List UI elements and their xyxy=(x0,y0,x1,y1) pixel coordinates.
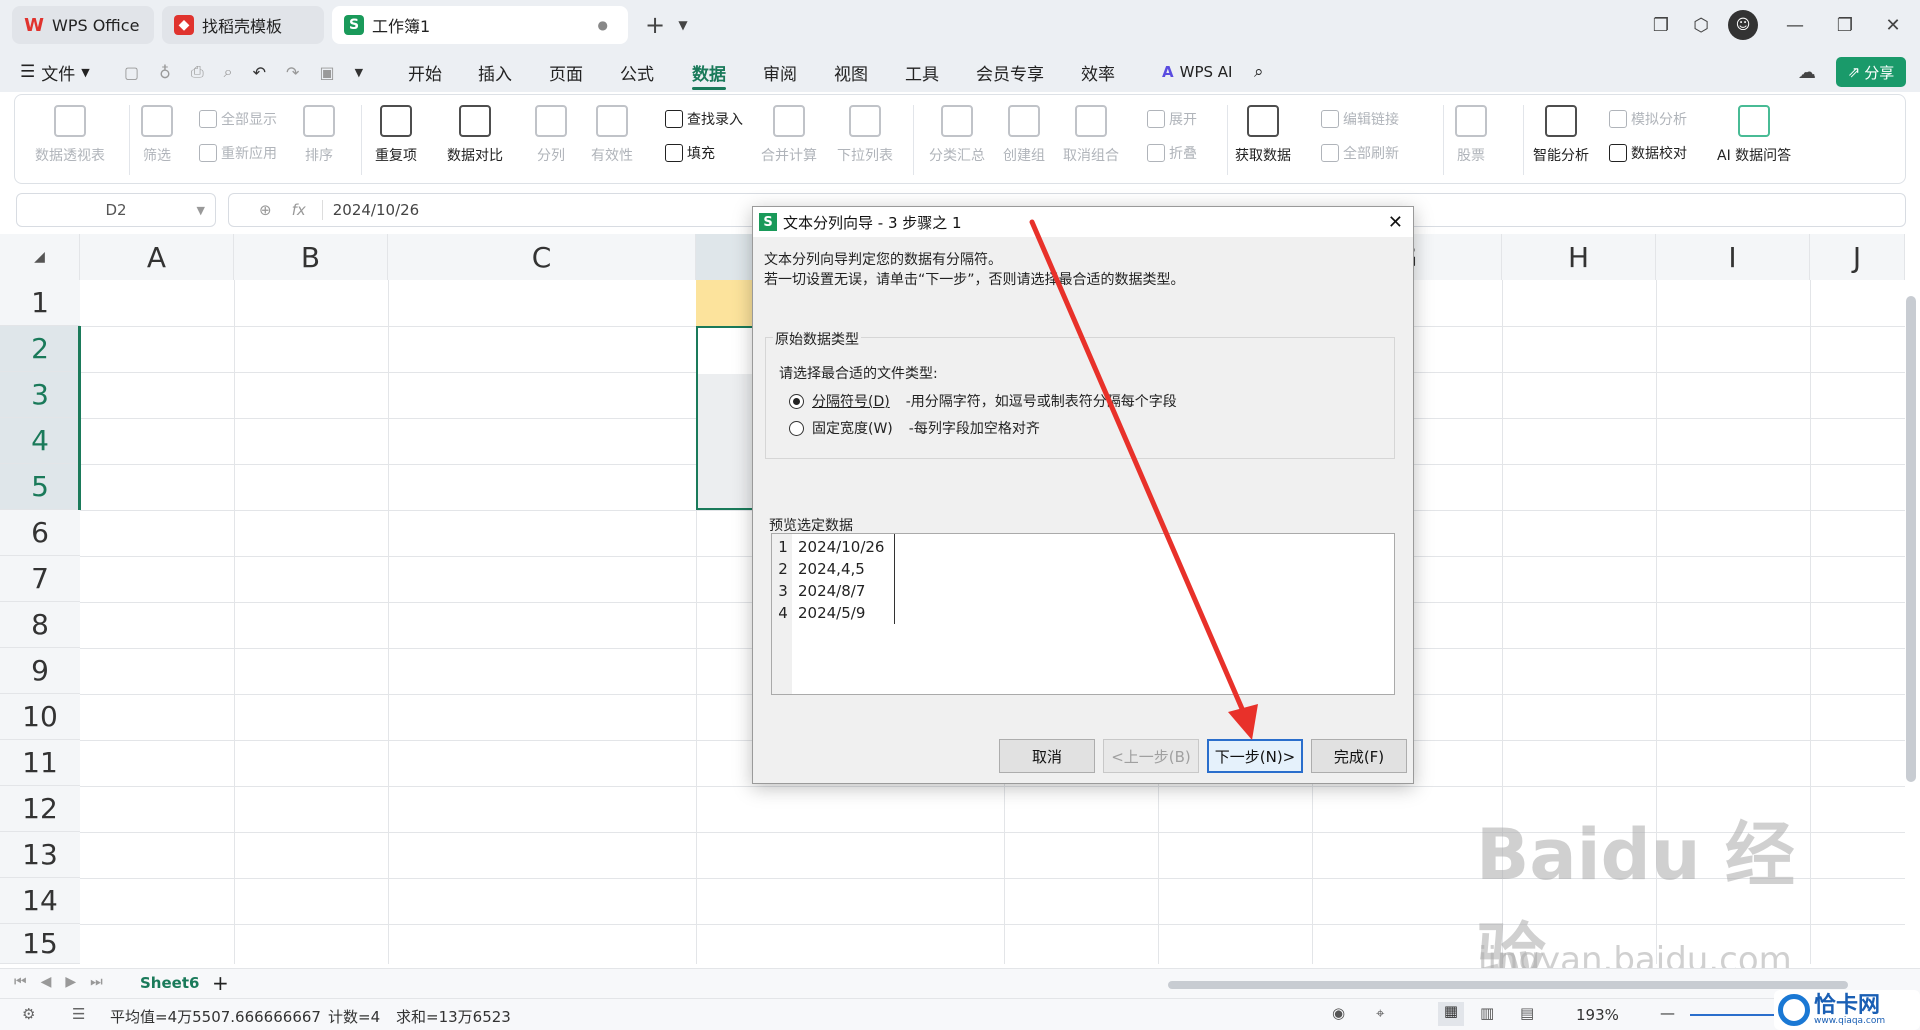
arrow-head xyxy=(1228,704,1258,740)
annotation-arrow xyxy=(1029,219,1258,740)
arrow-shaft xyxy=(1029,219,1249,721)
